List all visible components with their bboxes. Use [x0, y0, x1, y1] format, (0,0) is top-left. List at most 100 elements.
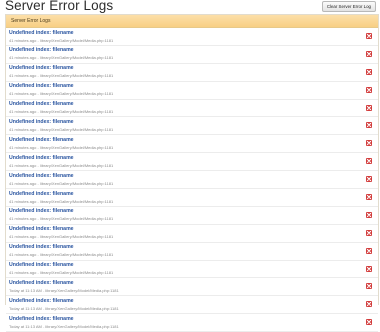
error-title-link[interactable]: Undefined index: filename	[9, 47, 74, 53]
error-time: 41 minutes ago	[9, 216, 37, 222]
list-item[interactable]: Undefined index: filename Today at 11:13 …	[6, 296, 378, 315]
delete-x-icon[interactable]	[366, 176, 372, 183]
error-time: 41 minutes ago	[9, 91, 37, 97]
error-meta: 41 minutes ago - library/XenGallery/Mode…	[9, 199, 113, 204]
error-time: 41 minutes ago	[9, 234, 37, 240]
list-item[interactable]: Undefined index: filename 41 minutes ago …	[6, 117, 378, 136]
error-time: 41 minutes ago	[9, 198, 37, 204]
delete-x-icon[interactable]	[366, 211, 372, 218]
error-log-list: Undefined index: filename 41 minutes ago …	[6, 28, 378, 332]
error-time: 41 minutes ago	[9, 126, 37, 132]
error-time: 41 minutes ago	[9, 252, 37, 258]
error-file-path: library/XenGallery/Model/Media.php:1181	[39, 162, 114, 168]
error-time: 41 minutes ago	[9, 55, 37, 61]
error-file-path: library/XenGallery/Model/Media.php:1181	[39, 144, 114, 150]
error-meta: 41 minutes ago - library/XenGallery/Mode…	[9, 109, 113, 114]
list-item[interactable]: Undefined index: filename 41 minutes ago …	[6, 243, 378, 261]
delete-x-icon[interactable]	[366, 194, 372, 201]
error-time: Today at 11:13 AM	[9, 305, 42, 311]
list-item[interactable]: Undefined index: filename 41 minutes ago …	[6, 153, 378, 172]
error-file-path: library/XenGallery/Model/Media.php:1181	[45, 323, 119, 329]
error-time: 41 minutes ago	[9, 73, 37, 79]
delete-x-icon[interactable]	[366, 247, 372, 254]
delete-x-icon[interactable]	[366, 68, 372, 75]
error-file-path: library/XenGallery/Model/Media.php:1181	[39, 180, 114, 186]
error-meta: 41 minutes ago - library/XenGallery/Mode…	[9, 163, 113, 168]
list-item[interactable]: Undefined index: filename 41 minutes ago …	[6, 100, 378, 118]
error-title-link[interactable]: Undefined index: filename	[9, 173, 74, 179]
delete-x-icon[interactable]	[366, 50, 372, 57]
list-item[interactable]: Undefined index: filename 41 minutes ago …	[6, 189, 378, 207]
list-item[interactable]: Undefined index: filename 41 minutes ago …	[6, 225, 378, 243]
list-item[interactable]: Undefined index: filename 41 minutes ago …	[6, 261, 378, 279]
list-item[interactable]: Undefined index: filename 41 minutes ago …	[6, 28, 378, 46]
error-file-path: library/XenGallery/Model/Media.php:1181	[39, 198, 114, 204]
page-title: Server Error Logs	[5, 0, 114, 13]
error-meta: 41 minutes ago - library/XenGallery/Mode…	[9, 181, 113, 186]
error-title-link[interactable]: Undefined index: filename	[9, 83, 74, 89]
delete-x-icon[interactable]	[366, 319, 372, 326]
delete-x-icon[interactable]	[366, 158, 372, 165]
error-title-link[interactable]: Undefined index: filename	[9, 65, 74, 71]
error-time: 41 minutes ago	[9, 144, 37, 150]
error-file-path: library/XenGallery/Model/Media.php:1181	[39, 252, 114, 258]
list-item[interactable]: Undefined index: filename 41 minutes ago …	[6, 135, 378, 154]
error-file-path: library/XenGallery/Model/Media.php:1181	[39, 270, 114, 276]
list-item[interactable]: Undefined index: filename 41 minutes ago …	[6, 64, 378, 82]
error-title-link[interactable]: Undefined index: filename	[9, 30, 74, 36]
delete-x-icon[interactable]	[366, 104, 372, 111]
list-item[interactable]: Undefined index: filename 41 minutes ago …	[6, 82, 378, 100]
error-time: 41 minutes ago	[9, 270, 37, 276]
delete-x-icon[interactable]	[366, 301, 372, 308]
error-file-path: library/XenGallery/Model/Media.php:1181	[45, 287, 119, 293]
error-title-link[interactable]: Undefined index: filename	[9, 316, 74, 322]
error-title-link[interactable]: Undefined index: filename	[9, 226, 74, 232]
error-meta: 41 minutes ago - library/XenGallery/Mode…	[9, 73, 113, 78]
error-time: Today at 11:13 AM	[9, 323, 42, 329]
error-meta: Today at 11:13 AM - library/XenGallery/M…	[9, 324, 119, 329]
list-item[interactable]: Undefined index: filename Today at 11:13 …	[6, 278, 378, 297]
error-time: 41 minutes ago	[9, 37, 37, 43]
delete-x-icon[interactable]	[366, 33, 372, 39]
delete-x-icon[interactable]	[366, 140, 372, 147]
error-time: 41 minutes ago	[9, 180, 37, 186]
error-meta: 41 minutes ago - library/XenGallery/Mode…	[9, 38, 113, 43]
error-title-link[interactable]: Undefined index: filename	[9, 298, 74, 304]
error-file-path: library/XenGallery/Model/Media.php:1181	[39, 234, 114, 240]
error-meta: Today at 11:13 AM - library/XenGallery/M…	[9, 288, 119, 293]
error-meta: 41 minutes ago - library/XenGallery/Mode…	[9, 216, 113, 221]
list-item[interactable]: Undefined index: filename 41 minutes ago …	[6, 46, 378, 64]
error-title-link[interactable]: Undefined index: filename	[9, 191, 74, 197]
delete-x-icon[interactable]	[366, 86, 372, 93]
delete-x-icon[interactable]	[366, 122, 372, 129]
error-title-link[interactable]: Undefined index: filename	[9, 280, 74, 286]
error-file-path: library/XenGallery/Model/Media.php:1181	[39, 37, 114, 43]
error-file-path: library/XenGallery/Model/Media.php:1181	[39, 73, 114, 79]
error-time: 41 minutes ago	[9, 109, 37, 115]
error-file-path: library/XenGallery/Model/Media.php:1181	[45, 305, 119, 311]
error-title-link[interactable]: Undefined index: filename	[9, 155, 74, 161]
list-item[interactable]: Undefined index: filename 41 minutes ago …	[6, 207, 378, 225]
list-item[interactable]: Undefined index: filename 41 minutes ago …	[6, 171, 378, 190]
error-meta: 41 minutes ago - library/XenGallery/Mode…	[9, 252, 113, 257]
error-meta: 41 minutes ago - library/XenGallery/Mode…	[9, 270, 113, 275]
page: Server Error Logs Clear Server Error Log…	[0, 0, 380, 332]
error-title-link[interactable]: Undefined index: filename	[9, 262, 74, 268]
list-item[interactable]: Undefined index: filename Today at 11:13 …	[6, 314, 378, 332]
error-file-path: library/XenGallery/Model/Media.php:1181	[39, 91, 114, 97]
error-title-link[interactable]: Undefined index: filename	[9, 208, 74, 214]
delete-x-icon[interactable]	[366, 265, 372, 272]
error-title-link[interactable]: Undefined index: filename	[9, 101, 74, 107]
error-title-link[interactable]: Undefined index: filename	[9, 137, 74, 143]
error-title-link[interactable]: Undefined index: filename	[9, 244, 74, 250]
error-file-path: library/XenGallery/Model/Media.php:1181	[39, 216, 114, 222]
delete-x-icon[interactable]	[366, 283, 372, 290]
error-meta: 41 minutes ago - library/XenGallery/Mode…	[9, 145, 113, 150]
clear-error-log-button[interactable]: Clear Server Error Log	[321, 1, 376, 12]
error-log-panel: Server Error Logs Undefined index: filen…	[5, 14, 379, 332]
error-time: Today at 11:13 AM	[9, 287, 42, 293]
error-title-link[interactable]: Undefined index: filename	[9, 119, 74, 125]
error-file-path: library/XenGallery/Model/Media.php:1181	[39, 126, 114, 132]
panel-header: Server Error Logs	[6, 15, 378, 28]
delete-x-icon[interactable]	[366, 229, 372, 236]
